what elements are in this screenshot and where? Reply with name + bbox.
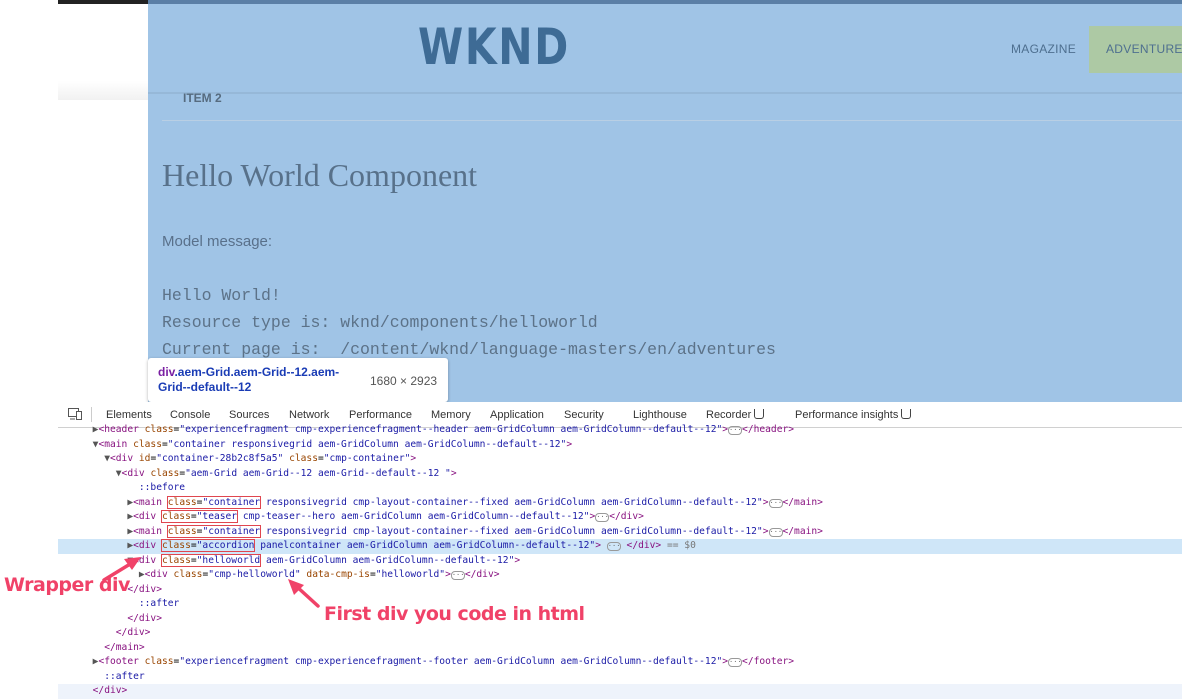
nav-item-magazine[interactable]: MAGAZINE: [1011, 42, 1076, 56]
dom-node-cmp-helloworld[interactable]: ▶<div class="cmp-helloworld" data-cmp-is…: [58, 568, 1182, 583]
elements-tree: ▶<header class="experiencefragment cmp-e…: [58, 424, 1182, 699]
dom-node-helloworld-wrapper[interactable]: ▼<div class="helloworld aem-GridColumn a…: [58, 553, 1182, 569]
devtools-panel: Elements Console Sources Network Perform…: [58, 402, 1182, 699]
tooltip-classes: .aem-Grid.aem-Grid--12.aem-Grid--default…: [158, 365, 340, 394]
tab-bar-separator: [91, 407, 92, 422]
page-margin: [58, 4, 148, 100]
dom-close-div[interactable]: </div>: [58, 612, 1182, 627]
inspect-tooltip: div.aem-Grid.aem-Grid--12.aem-Grid--defa…: [148, 358, 448, 402]
tab-performance-insights[interactable]: Performance insights: [795, 409, 912, 421]
tab-network[interactable]: Network: [289, 409, 329, 421]
nav-item-adventures[interactable]: ADVENTURES: [1089, 26, 1182, 73]
annotation-wrapper-div: Wrapper div: [4, 574, 130, 596]
dom-node-accordion[interactable]: ▶<div class="accordion panelcontainer ae…: [58, 539, 1182, 554]
code-line-message: Hello World!: [162, 286, 281, 305]
dom-node-main-container-2[interactable]: ▶<main class="container responsivegrid c…: [58, 524, 1182, 540]
dom-node-footer[interactable]: ▶<footer class="experiencefragment cmp-e…: [58, 655, 1182, 670]
tooltip-selector: div.aem-Grid.aem-Grid--12.aem-Grid--defa…: [158, 365, 363, 395]
dom-node-container[interactable]: ▼<div id="container-28b2c8f5a5" class="c…: [58, 452, 1182, 467]
selected-node-marker: == $0: [661, 540, 696, 551]
tooltip-tag: div: [158, 365, 175, 379]
tab-application[interactable]: Application: [490, 409, 544, 421]
accordion-divider: [162, 120, 1182, 121]
tab-memory[interactable]: Memory: [431, 409, 471, 421]
dom-close-div[interactable]: </div>: [58, 583, 1182, 598]
component-title: Hello World Component: [162, 157, 478, 193]
annotation-first-div: First div you code in html: [324, 603, 585, 625]
tab-console[interactable]: Console: [170, 409, 210, 421]
dom-pseudo-after[interactable]: ::after: [58, 597, 1182, 612]
dom-close-main[interactable]: </main>: [58, 641, 1182, 656]
code-line-resource-type: Resource type is: wknd/components/hellow…: [162, 313, 598, 332]
nav-item-adventures-label: ADVENTURES: [1106, 42, 1182, 56]
dom-node-teaser[interactable]: ▶<div class="teaser cmp-teaser--hero aem…: [58, 510, 1182, 525]
tab-recorder[interactable]: Recorder: [706, 409, 765, 421]
dom-pseudo-after[interactable]: ::after: [58, 670, 1182, 685]
header-divider: [148, 92, 1182, 94]
tab-recorder-label: Recorder: [706, 409, 752, 421]
tooltip-size: 1680 × 2923: [370, 374, 438, 388]
tab-performance-insights-label: Performance insights: [795, 409, 899, 421]
model-message-label: Model message:: [162, 233, 273, 250]
experimental-icon: [901, 409, 912, 419]
dom-close-div[interactable]: </div>: [58, 626, 1182, 641]
tab-lighthouse[interactable]: Lighthouse: [633, 409, 687, 421]
dom-node-aem-grid[interactable]: ▼<div class="aem-Grid aem-Grid--12 aem-G…: [58, 467, 1182, 482]
dom-node-main-container[interactable]: ▶<main class="container responsivegrid c…: [58, 495, 1182, 511]
device-toolbar-icon[interactable]: [68, 408, 82, 420]
accordion-item-title[interactable]: ITEM 2: [183, 91, 222, 105]
code-line-current-page: Current page is: /content/wknd/language-…: [162, 340, 776, 359]
dom-pseudo-before[interactable]: ::before: [58, 481, 1182, 496]
dom-close-div[interactable]: </div>: [58, 684, 1182, 699]
tab-security[interactable]: Security: [564, 409, 604, 421]
tab-elements[interactable]: Elements: [106, 409, 152, 421]
dom-node-header[interactable]: ▶<header class="experiencefragment cmp-e…: [58, 423, 1182, 438]
tab-performance[interactable]: Performance: [349, 409, 412, 421]
site-logo[interactable]: WKND: [418, 18, 570, 76]
dom-node-main[interactable]: ▼<main class="container responsivegrid a…: [58, 438, 1182, 453]
experimental-icon: [754, 409, 765, 419]
tab-sources[interactable]: Sources: [229, 409, 269, 421]
